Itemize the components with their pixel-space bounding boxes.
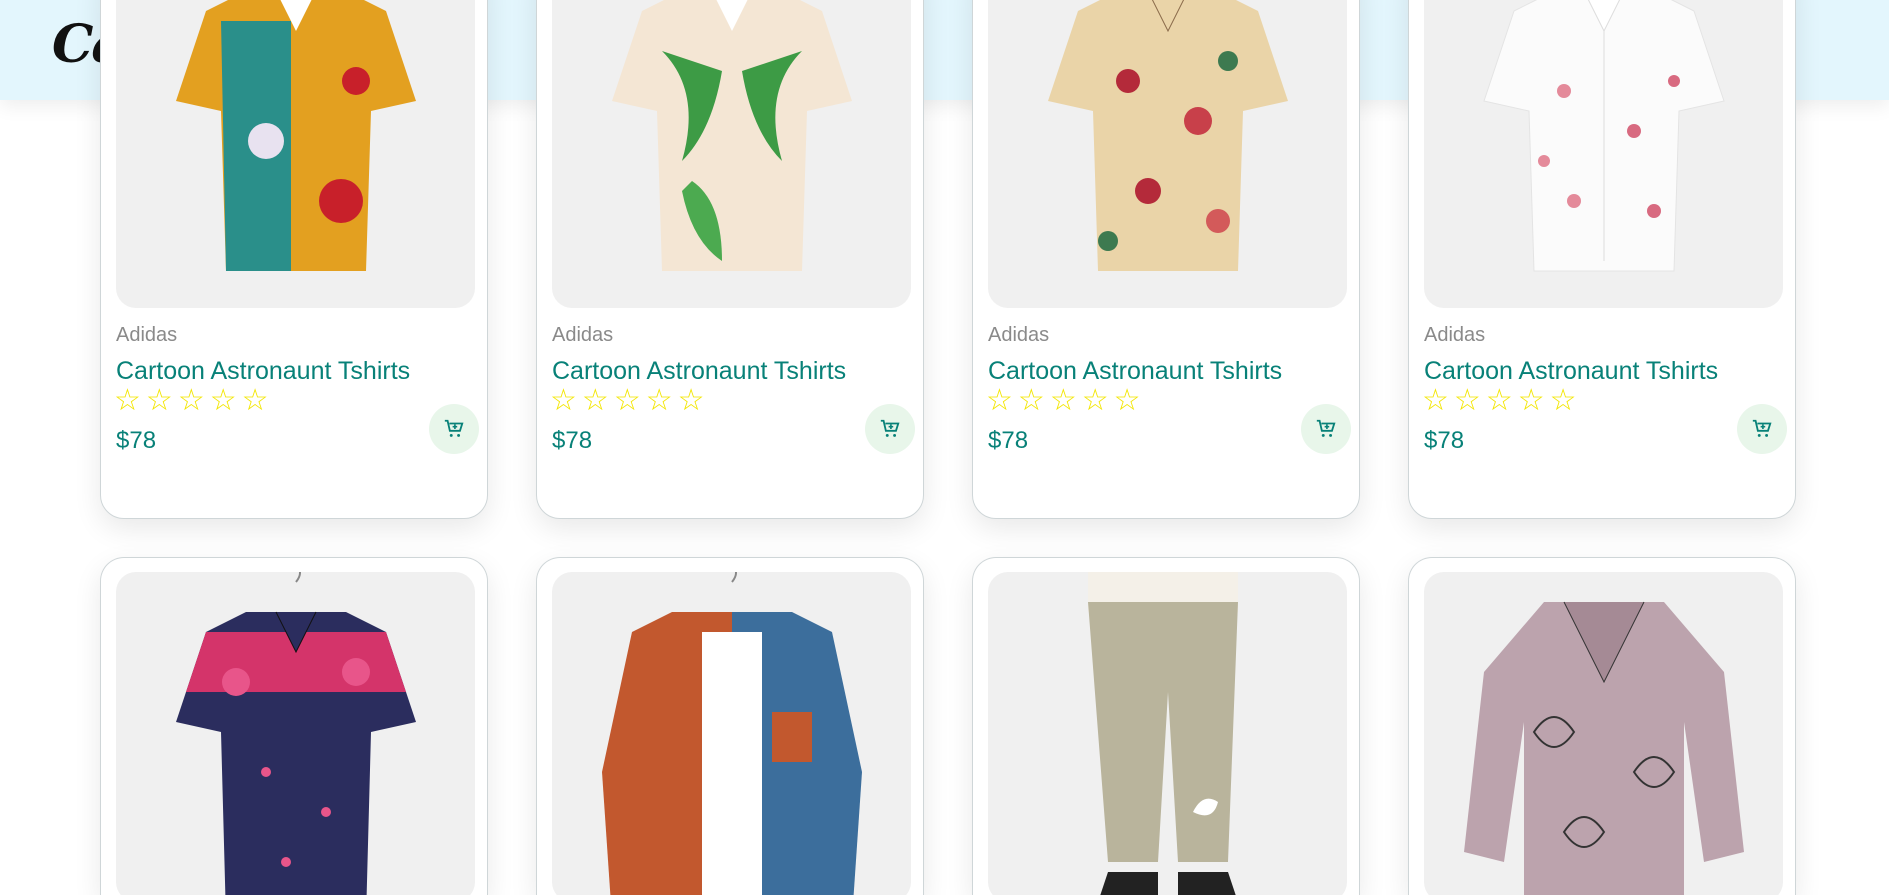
product-price: $78 <box>988 427 1029 454</box>
star-icon: ☆ <box>241 384 269 417</box>
product-image[interactable] <box>1424 572 1783 895</box>
star-icon: ☆ <box>550 384 577 417</box>
product-card[interactable]: Adidas Cartoon Astronaunt Tshirts ☆ ☆ ☆ ☆ ☆ … <box>536 0 924 519</box>
product-name[interactable]: Cartoon Astronaunt Tshirts <box>552 357 846 386</box>
star-icon: ☆ <box>1049 384 1077 417</box>
star-icon: ☆ <box>677 384 705 417</box>
product-card[interactable] <box>1408 557 1796 895</box>
star-icon: ☆ <box>114 384 141 417</box>
product-card[interactable]: Adidas Cartoon Astronaunt Tshirts ☆ ☆ ☆ ☆ ☆ … <box>100 0 488 519</box>
star-icon: ☆ <box>145 384 173 417</box>
star-icon: ☆ <box>1081 384 1109 417</box>
add-to-cart-button[interactable] <box>865 404 915 454</box>
product-card[interactable] <box>972 557 1360 895</box>
product-price: $78 <box>116 427 157 454</box>
product-image[interactable] <box>116 0 475 308</box>
add-to-cart-button[interactable] <box>1301 404 1351 454</box>
rating-stars: ☆ ☆ ☆ ☆ ☆ <box>114 386 269 416</box>
product-card[interactable]: Adidas Cartoon Astronaunt Tshirts ☆ ☆ ☆ ☆ ☆ … <box>972 0 1360 519</box>
product-card[interactable] <box>100 557 488 895</box>
product-brand: Adidas <box>552 324 614 346</box>
rating-stars: ☆ ☆ ☆ ☆ ☆ <box>550 386 705 416</box>
star-icon: ☆ <box>613 384 641 417</box>
star-icon: ☆ <box>986 384 1013 417</box>
add-to-cart-button[interactable] <box>429 404 479 454</box>
rating-stars: ☆ ☆ ☆ ☆ ☆ <box>986 386 1141 416</box>
star-icon: ☆ <box>1485 384 1513 417</box>
add-to-cart-button[interactable] <box>1737 404 1787 454</box>
product-card[interactable] <box>536 557 924 895</box>
star-icon: ☆ <box>1422 384 1449 417</box>
product-price: $78 <box>1424 427 1465 454</box>
product-image[interactable] <box>552 0 911 308</box>
product-image[interactable] <box>988 0 1347 308</box>
product-card[interactable]: Adidas Cartoon Astronaunt Tshirts ☆ ☆ ☆ ☆ ☆ … <box>1408 0 1796 519</box>
product-brand: Adidas <box>1424 324 1486 346</box>
product-image[interactable] <box>116 572 475 895</box>
product-price: $78 <box>552 427 593 454</box>
star-icon: ☆ <box>581 384 609 417</box>
cart-icon <box>1752 419 1772 437</box>
product-image[interactable] <box>988 572 1347 895</box>
product-image[interactable] <box>1424 0 1783 308</box>
product-name[interactable]: Cartoon Astronaunt Tshirts <box>116 357 410 386</box>
star-icon: ☆ <box>1113 384 1141 417</box>
product-brand: Adidas <box>116 324 178 346</box>
star-icon: ☆ <box>209 384 237 417</box>
star-icon: ☆ <box>177 384 205 417</box>
cart-icon <box>444 419 464 437</box>
star-icon: ☆ <box>1549 384 1577 417</box>
product-name[interactable]: Cartoon Astronaunt Tshirts <box>1424 357 1718 386</box>
star-icon: ☆ <box>1453 384 1481 417</box>
cart-icon <box>880 419 900 437</box>
star-icon: ☆ <box>645 384 673 417</box>
product-image[interactable] <box>552 572 911 895</box>
star-icon: ☆ <box>1517 384 1545 417</box>
product-brand: Adidas <box>988 324 1050 346</box>
star-icon: ☆ <box>1017 384 1045 417</box>
product-name[interactable]: Cartoon Astronaunt Tshirts <box>988 357 1282 386</box>
rating-stars: ☆ ☆ ☆ ☆ ☆ <box>1422 386 1577 416</box>
cart-icon <box>1316 419 1336 437</box>
